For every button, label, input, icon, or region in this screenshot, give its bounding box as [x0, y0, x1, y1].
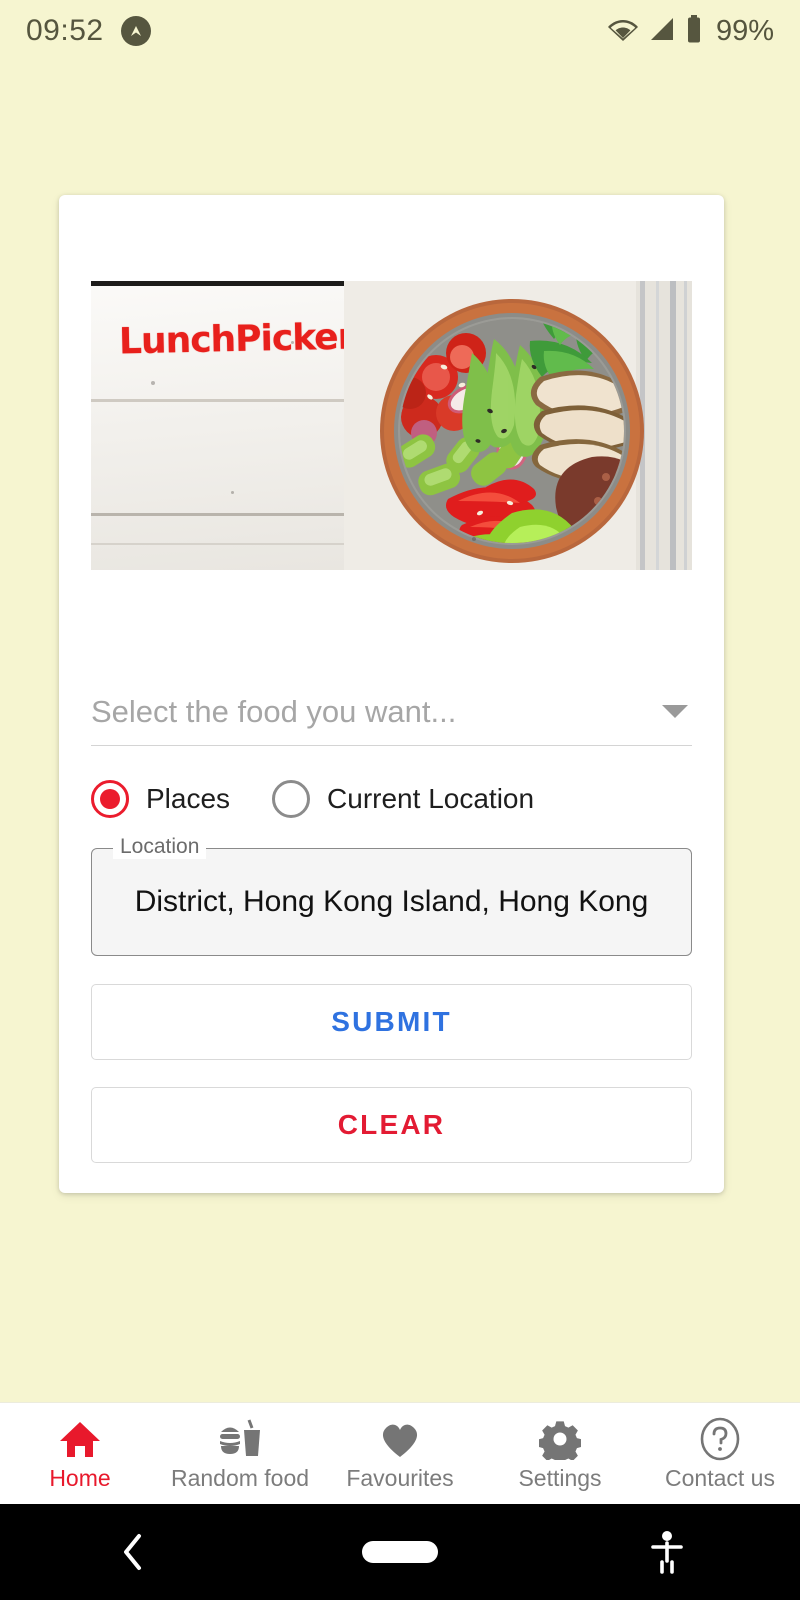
wifi-icon [607, 16, 639, 47]
status-bar-left: 09:52 [26, 14, 151, 48]
system-back-button[interactable] [0, 1531, 267, 1573]
chevron-down-icon[interactable] [662, 705, 688, 718]
gear-icon [539, 1418, 581, 1460]
bottom-navigation: Home Random food Favourites Settings Con… [0, 1402, 800, 1504]
radio-option-current-location[interactable]: Current Location [272, 780, 534, 818]
radio-dot [100, 789, 120, 809]
location-mode-radio-group: Places Current Location [91, 780, 692, 818]
speck [151, 381, 155, 385]
lunch-picker-card: LunchPicker Select the food you want... … [59, 195, 724, 1193]
nav-item-home[interactable]: Home [0, 1403, 160, 1504]
status-bar: 09:52 99% [0, 0, 800, 62]
radio-indicator-unselected[interactable] [272, 780, 311, 818]
radio-label-current-location: Current Location [327, 783, 535, 814]
location-input[interactable]: District, Hong Kong Island, Hong Kong [91, 848, 692, 956]
hero-banner: LunchPicker [91, 281, 692, 570]
nav-item-settings[interactable]: Settings [480, 1403, 640, 1504]
home-icon [59, 1418, 101, 1460]
food-select[interactable]: Select the food you want... [91, 678, 692, 746]
nav-label-random-food: Random food [170, 1464, 310, 1491]
app-logo-text: LunchPicker [118, 316, 355, 363]
system-home-button[interactable] [267, 1541, 534, 1563]
speck [231, 491, 234, 494]
radio-indicator-selected[interactable] [91, 780, 129, 818]
location-value: District, Hong Kong Island, Hong Kong [134, 885, 649, 918]
location-field-legend: Location [113, 835, 207, 859]
accessibility-icon [650, 1531, 683, 1574]
heart-icon [378, 1418, 422, 1460]
nav-label-contact-us: Contact us [665, 1464, 775, 1491]
system-accessibility-button[interactable] [533, 1529, 800, 1575]
status-time: 09:52 [26, 14, 104, 47]
radio-option-places[interactable]: Places [91, 780, 230, 818]
salad-bowl-photo [344, 281, 692, 570]
nav-label-settings: Settings [518, 1464, 602, 1491]
battery-full-icon [685, 14, 703, 48]
food-select-placeholder: Select the food you want... [91, 693, 457, 729]
fast-food-icon [217, 1418, 263, 1460]
clear-button[interactable]: CLEAR [91, 1087, 692, 1163]
battery-percent: 99% [715, 14, 774, 47]
app-screen: 09:52 99% LunchPicker Select the food yo… [0, 0, 800, 1600]
caret-up-circle-icon [120, 16, 151, 46]
location-field[interactable]: District, Hong Kong Island, Hong Kong Lo… [91, 835, 692, 956]
cell-signal-icon [648, 16, 676, 47]
nav-label-home: Home [49, 1464, 111, 1491]
nav-label-favourites: Favourites [346, 1464, 454, 1491]
back-chevron-icon [124, 1534, 142, 1570]
nav-item-favourites[interactable]: Favourites [320, 1403, 480, 1504]
nav-item-contact-us[interactable]: Contact us [640, 1403, 800, 1504]
radio-label-places: Places [146, 783, 231, 814]
nav-item-random-food[interactable]: Random food [160, 1403, 320, 1504]
help-circle-icon [698, 1417, 742, 1460]
status-bar-right: 99% [607, 14, 774, 48]
scroll-content: LunchPicker Select the food you want... … [0, 62, 800, 1402]
home-pill-icon[interactable] [362, 1541, 438, 1563]
submit-button[interactable]: SUBMIT [91, 984, 692, 1060]
android-system-nav [0, 1504, 800, 1600]
